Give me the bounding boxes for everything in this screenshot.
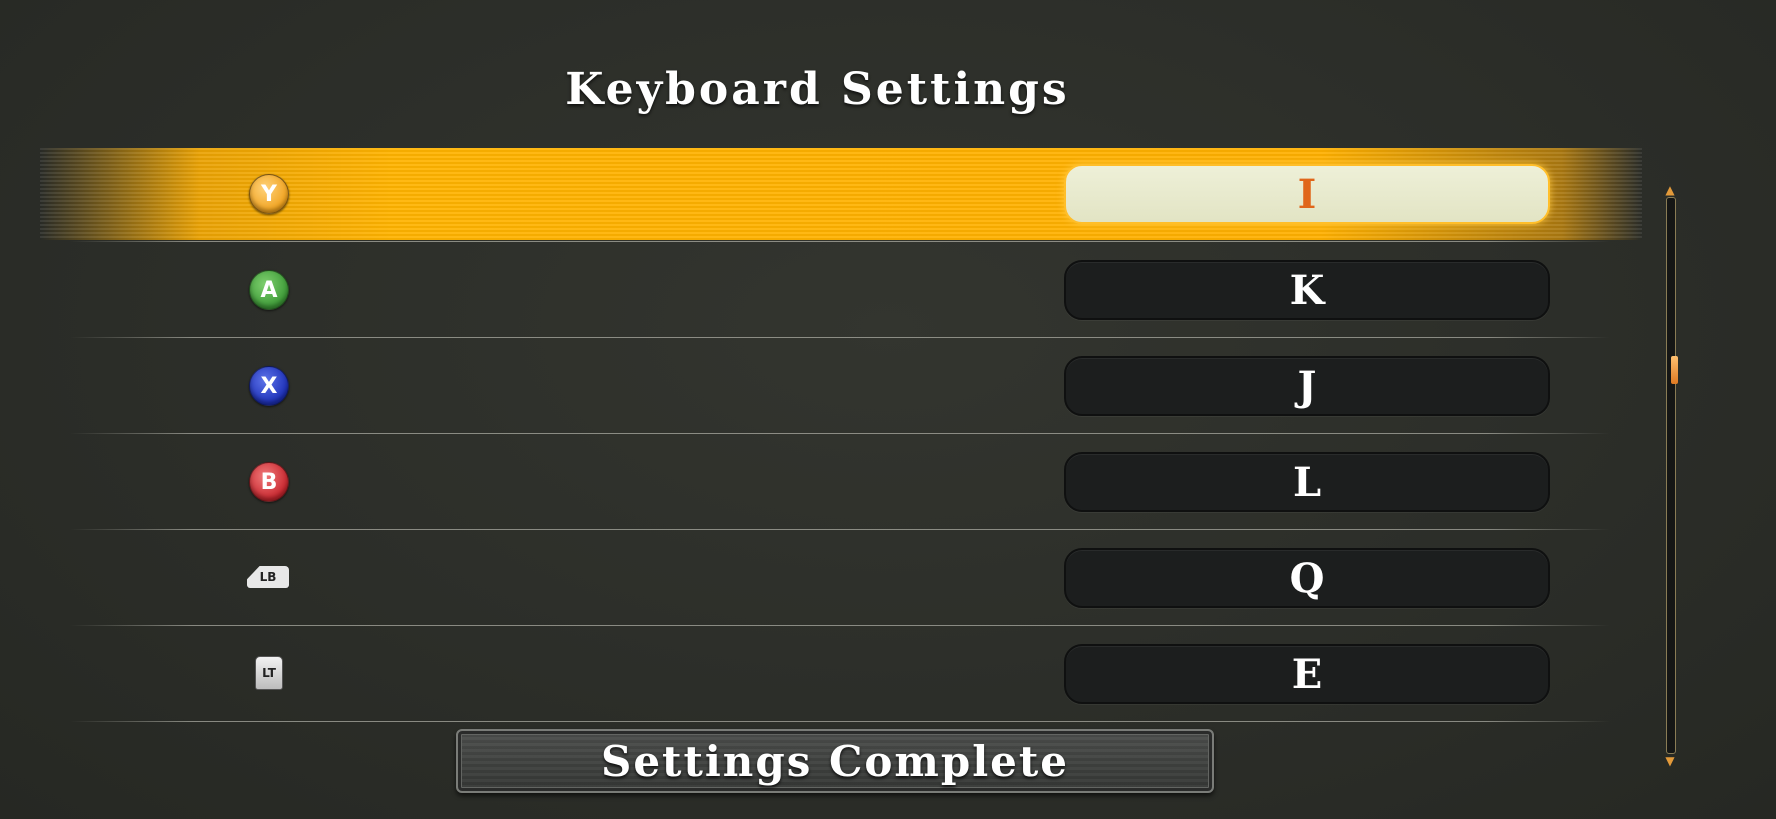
binding-row-b[interactable]: B L bbox=[0, 434, 1660, 530]
binding-row-lb[interactable]: LB Q bbox=[0, 530, 1660, 626]
key-field-y[interactable]: I bbox=[1064, 164, 1550, 224]
lt-trigger-icon: LT bbox=[255, 656, 283, 690]
settings-complete-button[interactable]: Settings Complete bbox=[456, 729, 1214, 793]
scroll-up-cap-icon: ▲ bbox=[1665, 183, 1675, 197]
a-button-icon: A bbox=[249, 270, 289, 310]
scroll-down-cap-icon: ▼ bbox=[1665, 754, 1675, 768]
key-field-lb[interactable]: Q bbox=[1064, 548, 1550, 608]
x-button-icon: X bbox=[249, 366, 289, 406]
scroll-track[interactable] bbox=[1666, 197, 1678, 754]
binding-row-y[interactable]: Y I bbox=[0, 146, 1660, 242]
key-field-lt[interactable]: E bbox=[1064, 644, 1550, 704]
binding-row-a[interactable]: A K bbox=[0, 242, 1660, 338]
binding-row-x[interactable]: X J bbox=[0, 338, 1660, 434]
key-field-a[interactable]: K bbox=[1064, 260, 1550, 320]
y-button-icon: Y bbox=[249, 174, 289, 214]
binding-list: Y I A K X J B L LB Q LT E bbox=[0, 146, 1660, 722]
key-field-x[interactable]: J bbox=[1064, 356, 1550, 416]
b-button-icon: B bbox=[249, 462, 289, 502]
scrollbar[interactable]: ▲ ▼ bbox=[1663, 183, 1678, 768]
scroll-thumb[interactable] bbox=[1671, 356, 1678, 384]
lb-bumper-icon: LB bbox=[247, 566, 289, 588]
key-field-b[interactable]: L bbox=[1064, 452, 1550, 512]
page-title: Keyboard Settings bbox=[565, 64, 1070, 115]
binding-row-lt[interactable]: LT E bbox=[0, 626, 1660, 722]
